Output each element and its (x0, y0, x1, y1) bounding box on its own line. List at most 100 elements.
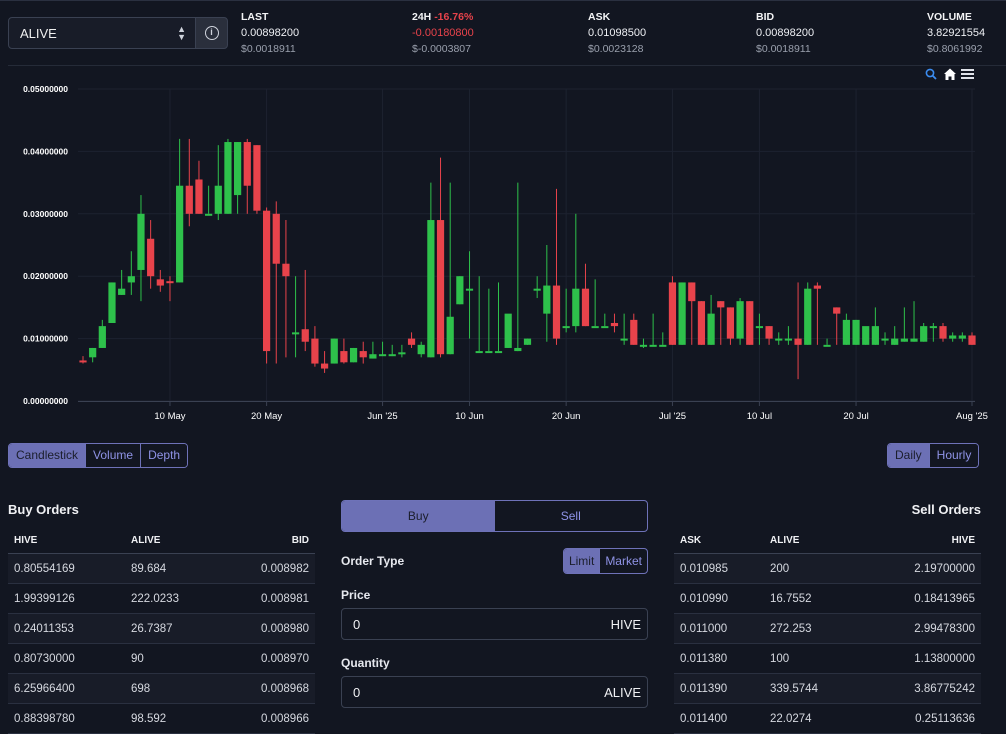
candle-up[interactable] (910, 301, 918, 342)
table-row[interactable]: 0.010985 200 2.19700000 (674, 554, 981, 584)
table-row[interactable]: 6.25966400 698 0.008968 (8, 674, 315, 704)
depth-button[interactable]: Depth (141, 444, 188, 467)
candle-down[interactable] (272, 201, 280, 364)
token-select[interactable]: ALIVE ▲ ▼ (8, 17, 196, 49)
candle-up[interactable] (591, 279, 599, 329)
candle-up[interactable] (755, 313, 764, 345)
candlestick-chart[interactable]: 0.05000000 0.04000000 0.03000000 0.02000000… (0, 66, 1006, 430)
candle-up[interactable] (784, 326, 793, 345)
candle-down[interactable] (185, 138, 193, 227)
candle-up[interactable] (234, 142, 242, 214)
candle-up[interactable] (98, 319, 106, 348)
candle-down[interactable] (833, 307, 841, 345)
candle-up[interactable] (465, 251, 474, 339)
candle-up[interactable] (137, 195, 145, 302)
home-icon[interactable] (944, 68, 956, 81)
column-header[interactable]: HIVE (8, 535, 125, 546)
candle-down[interactable] (147, 220, 155, 289)
candle-down[interactable] (340, 338, 348, 364)
candle-up[interactable] (900, 307, 908, 342)
candle-up[interactable] (533, 276, 541, 299)
candle-up[interactable] (823, 338, 831, 347)
candle-up[interactable] (369, 341, 377, 359)
candle-up[interactable] (562, 288, 570, 333)
candle-up[interactable] (920, 323, 928, 342)
buy-tab[interactable]: Buy (342, 501, 495, 531)
column-header[interactable]: BID (225, 535, 315, 546)
candle-down[interactable] (552, 188, 561, 345)
candle-down[interactable] (668, 276, 677, 345)
table-row[interactable]: 0.88398780 98.592 0.008966 (8, 704, 315, 734)
candle-up[interactable] (127, 251, 135, 295)
candle-down[interactable] (697, 301, 706, 345)
candle-up[interactable] (842, 313, 850, 345)
candle-up[interactable] (205, 185, 213, 216)
candle-up[interactable] (427, 182, 435, 358)
candle-up[interactable] (891, 326, 899, 345)
candle-up[interactable] (949, 332, 957, 342)
candle-down[interactable] (282, 220, 290, 358)
candle-up[interactable] (485, 288, 493, 354)
candle-down[interactable] (436, 157, 445, 358)
candle-up[interactable] (378, 341, 387, 357)
candle-down[interactable] (166, 276, 174, 302)
candle-down[interactable] (610, 313, 619, 333)
candle-up[interactable] (214, 145, 222, 221)
column-header[interactable]: ALIVE (125, 535, 225, 546)
candle-down[interactable] (581, 263, 590, 327)
candle-down[interactable] (630, 313, 638, 345)
candle-down[interactable] (301, 269, 309, 352)
candle-down[interactable] (746, 301, 754, 345)
candle-up[interactable] (504, 313, 512, 348)
candle-up[interactable] (572, 213, 580, 333)
zoom-icon[interactable] (925, 68, 937, 80)
table-row[interactable]: 0.80730000 90 0.008970 (8, 644, 315, 674)
column-header[interactable]: ASK (674, 535, 764, 546)
candle-up[interactable] (736, 298, 744, 345)
market-button[interactable]: Market (599, 549, 647, 573)
candle-up[interactable] (291, 276, 300, 358)
limit-button[interactable]: Limit (563, 549, 600, 573)
info-button[interactable]: i (195, 17, 228, 49)
candle-down[interactable] (765, 326, 773, 345)
menu-icon[interactable] (961, 69, 974, 79)
candle-up[interactable] (494, 282, 503, 354)
table-row[interactable]: 0.011400 22.0274 0.25113636 (674, 704, 981, 734)
candle-up[interactable] (523, 338, 532, 345)
candle-up[interactable] (176, 138, 184, 283)
candlestick-button[interactable]: Candlestick (9, 444, 87, 467)
candle-up[interactable] (514, 182, 522, 352)
candle-up[interactable] (89, 347, 97, 363)
candle-up[interactable] (349, 347, 358, 363)
candle-down[interactable] (968, 332, 976, 345)
candle-down[interactable] (794, 282, 802, 380)
candle-up[interactable] (456, 276, 464, 305)
candle-down[interactable] (243, 138, 251, 214)
candle-up[interactable] (620, 313, 628, 345)
hourly-button[interactable]: Hourly (929, 444, 979, 467)
candle-down[interactable] (359, 341, 367, 364)
candle-up[interactable] (639, 338, 648, 348)
candle-up[interactable] (388, 344, 396, 357)
candle-down[interactable] (320, 351, 329, 373)
candle-up[interactable] (475, 276, 483, 354)
candle-up[interactable] (649, 313, 657, 347)
candle-up[interactable] (543, 245, 551, 342)
candle-up[interactable] (417, 341, 425, 358)
candle-up[interactable] (446, 182, 454, 355)
candle-up[interactable] (804, 282, 812, 345)
candle-down[interactable] (195, 160, 203, 214)
candle-up[interactable] (707, 294, 715, 345)
candle-down[interactable] (688, 282, 696, 345)
candle-down[interactable] (813, 282, 821, 345)
table-row[interactable]: 0.24011353 26.7387 0.008980 (8, 614, 315, 644)
table-row[interactable]: 0.010990 16.7552 0.18413965 (674, 584, 981, 614)
candle-up[interactable] (659, 332, 667, 347)
candle-down[interactable] (262, 207, 271, 364)
candle-down[interactable] (253, 145, 261, 214)
volume-button[interactable]: Volume (86, 444, 142, 467)
column-header[interactable]: ALIVE (764, 535, 864, 546)
column-header[interactable]: HIVE (864, 535, 981, 546)
daily-button[interactable]: Daily (888, 444, 930, 467)
price-input[interactable] (342, 609, 582, 639)
